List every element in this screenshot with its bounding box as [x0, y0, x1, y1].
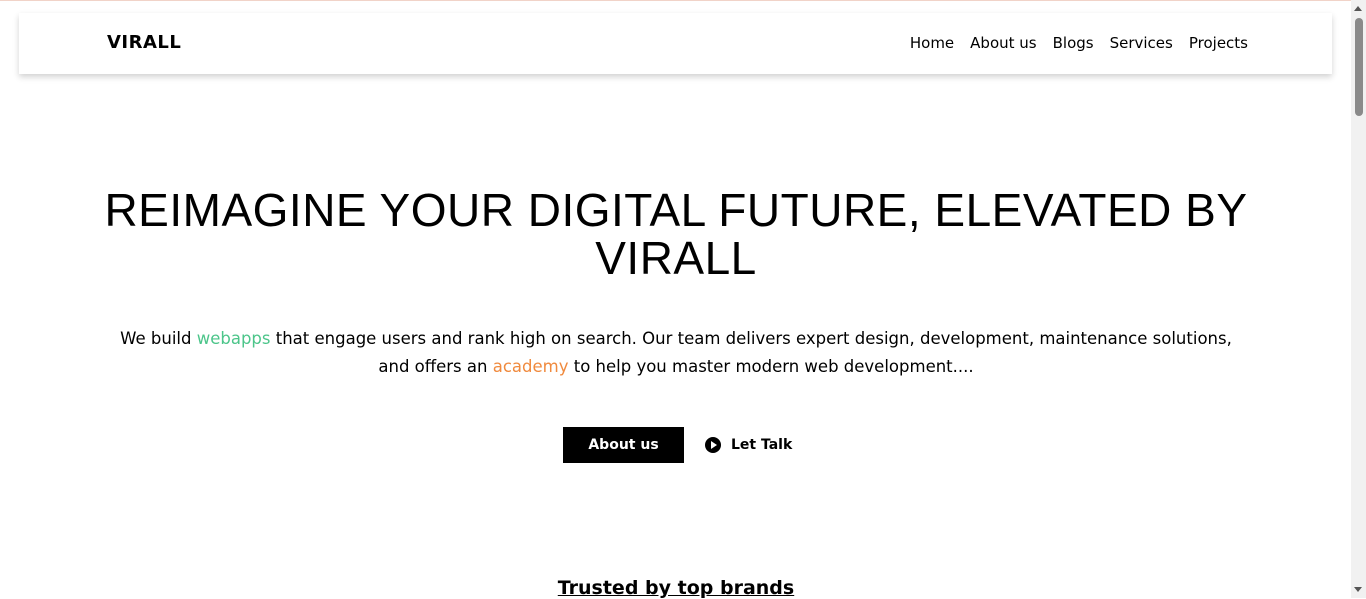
desc-text-2: that engage users and rank high on searc… — [270, 329, 1232, 348]
hero-title-line1: REIMAGINE YOUR DIGITAL FUTURE, ELEVATED … — [104, 184, 1248, 236]
nav-menu: Home About us Blogs Services Projects — [910, 34, 1248, 52]
webapps-link[interactable]: webapps — [197, 329, 271, 348]
nav-about-us[interactable]: About us — [970, 34, 1036, 52]
vertical-scrollbar[interactable] — [1351, 0, 1366, 598]
nav-projects[interactable]: Projects — [1189, 34, 1248, 52]
let-talk-label: Let Talk — [731, 437, 793, 453]
hero-actions: About us Let Talk — [563, 427, 792, 463]
scroll-down-icon[interactable] — [1354, 587, 1362, 592]
scroll-up-icon[interactable] — [1354, 6, 1362, 11]
brand-logo[interactable]: VIRALL — [107, 32, 181, 53]
about-us-button[interactable]: About us — [563, 427, 684, 463]
hero-title: REIMAGINE YOUR DIGITAL FUTURE, ELEVATED … — [0, 186, 1352, 282]
nav-blogs[interactable]: Blogs — [1053, 34, 1094, 52]
top-border-line — [0, 0, 1366, 1]
trusted-heading: Trusted by top brands — [557, 577, 795, 599]
scrollbar-thumb[interactable] — [1355, 18, 1363, 116]
desc-text-4: to help you master modern web developmen… — [568, 357, 974, 376]
hero-title-line2: VIRALL — [595, 232, 757, 284]
academy-link[interactable]: academy — [493, 357, 569, 376]
let-talk-button[interactable]: Let Talk — [705, 437, 792, 453]
navbar: VIRALL Home About us Blogs Services Proj… — [19, 13, 1332, 74]
hero-description: We build webapps that engage users and r… — [0, 325, 1352, 381]
play-icon — [705, 437, 721, 453]
desc-text-1: We build — [120, 329, 197, 348]
desc-text-3: and offers an — [378, 357, 493, 376]
nav-home[interactable]: Home — [910, 34, 954, 52]
nav-services[interactable]: Services — [1110, 34, 1173, 52]
